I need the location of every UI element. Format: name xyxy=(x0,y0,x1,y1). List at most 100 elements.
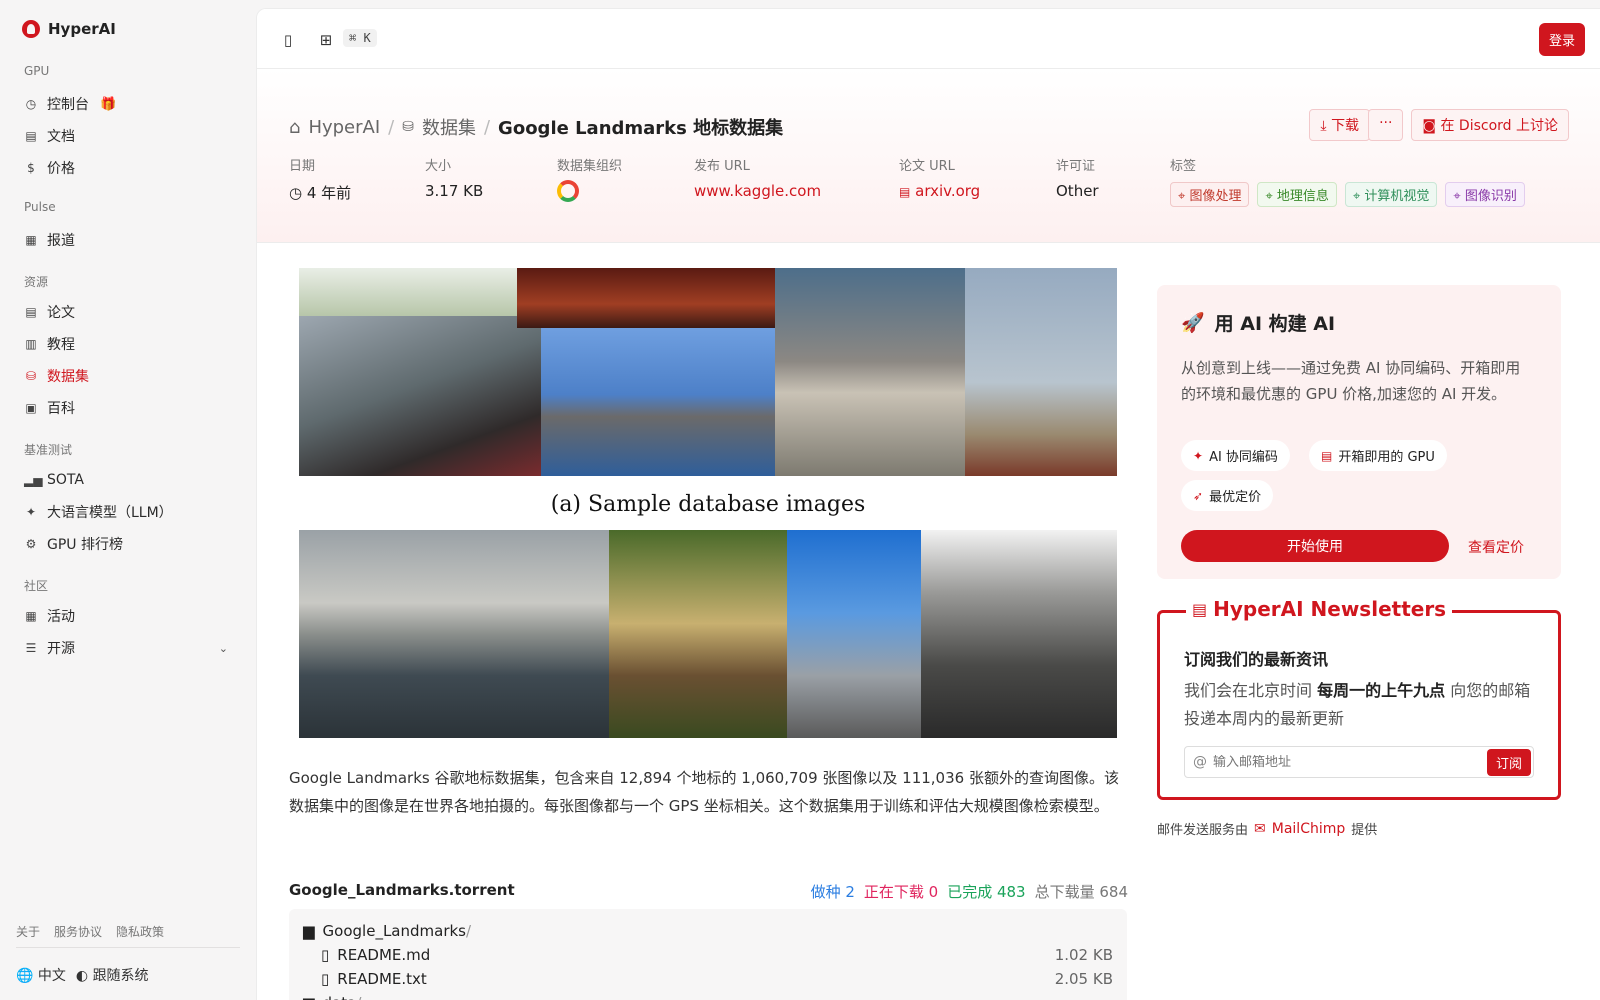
folder-row[interactable]: ▆ data/ xyxy=(303,991,1113,1000)
sidebar-item-papers[interactable]: ▤ 论文 xyxy=(16,298,240,326)
sidebar-item-news[interactable]: ▦ 报道 xyxy=(16,226,240,254)
terms-link[interactable]: 服务协议 xyxy=(54,923,102,940)
database-icon: ⛁ xyxy=(402,119,414,135)
sidebar-item-label: SOTA xyxy=(47,472,84,488)
folder-name: data xyxy=(323,994,357,1000)
photo-tile xyxy=(609,530,787,738)
email-input[interactable] xyxy=(1213,754,1481,770)
meta-license: 许可证 Other xyxy=(1056,155,1099,200)
sidebar-item-label: 报道 xyxy=(47,233,75,249)
login-button[interactable]: 登录 xyxy=(1538,23,1585,56)
nav-section-benchmarks: 基准测试 xyxy=(24,443,73,457)
ai-promo-title: 🚀 用 AI 构建 AI xyxy=(1181,309,1335,336)
folder-row[interactable]: ▆ Google_Landmarks/ xyxy=(303,919,1113,943)
sidebar-item-wiki[interactable]: ▣ 百科 xyxy=(16,394,240,422)
feature-pill-pricing: ➶ 最优定价 xyxy=(1181,480,1274,511)
meta-label: 数据集组织 xyxy=(557,159,623,174)
privacy-link[interactable]: 隐私政策 xyxy=(116,923,164,940)
sidebar-item-pricing[interactable]: $ 价格 xyxy=(16,154,240,182)
photo-tile xyxy=(299,316,541,476)
downloading-count: 正在下载 0 xyxy=(863,883,939,901)
list-icon: ☰ xyxy=(25,641,37,655)
total-downloads: 总下载量 684 xyxy=(1034,883,1128,901)
meta-size: 大小 3.17 KB xyxy=(425,155,483,200)
sidebar-item-llm[interactable]: ✦ 大语言模型（LLM） xyxy=(16,498,240,526)
nav-section-gpu: GPU xyxy=(24,64,50,78)
subscribe-button[interactable]: 订阅 xyxy=(1486,748,1531,776)
tag-badge[interactable]: ⌖ 图像识别 xyxy=(1445,182,1525,207)
apps-grid-icon[interactable]: ⊞ xyxy=(315,29,337,51)
discord-button[interactable]: ◙ 在 Discord 上讨论 xyxy=(1411,109,1569,141)
download-label: 下载 xyxy=(1331,118,1360,134)
file-row[interactable]: ▯ README.md 1.02 KB xyxy=(303,943,1113,967)
tag-badge[interactable]: ⌖ 计算机视觉 xyxy=(1344,182,1438,207)
sidebar-item-docs[interactable]: ▤ 文档 xyxy=(16,122,240,150)
home-icon: ⌂ xyxy=(289,116,301,138)
sidebar-item-label: 价格 xyxy=(47,161,75,177)
clock-icon: ◷ xyxy=(289,184,303,202)
sidebar-item-open-source[interactable]: ☰ 开源 ⌄ xyxy=(16,634,240,662)
sidebar-item-events[interactable]: ▦ 活动 xyxy=(16,602,240,630)
meta-label: 论文 URL xyxy=(899,159,955,174)
download-button[interactable]: ⤓ 下载 xyxy=(1309,109,1371,141)
at-icon: @ xyxy=(1193,754,1207,770)
calendar-icon: ▦ xyxy=(25,609,37,623)
command-shortcut[interactable]: ⌘ K xyxy=(343,29,377,47)
tag-icon: ⌖ xyxy=(1453,189,1465,204)
gift-icon: 🎁 xyxy=(100,96,117,112)
theme-switcher[interactable]: ◐ 跟随系统 xyxy=(76,965,149,985)
mailchimp-link[interactable]: MailChimp xyxy=(1272,821,1346,837)
brand-name: HyperAI xyxy=(48,20,116,38)
meta-label: 发布 URL xyxy=(694,159,750,174)
tag-badge[interactable]: ⌖ 图像处理 xyxy=(1170,182,1250,207)
sidebar-item-console[interactable]: ◷ 控制台 🎁 xyxy=(16,90,240,118)
tag-label: 图像识别 xyxy=(1464,189,1517,204)
feature-pill-ai-coding: ✦ AI 协同编码 xyxy=(1181,440,1290,471)
note-prefix: 邮件发送服务由 xyxy=(1157,823,1249,838)
sidebar-toggle-icon[interactable]: ▯ xyxy=(277,29,299,51)
note-suffix: 提供 xyxy=(1351,823,1378,838)
date-value: 4 年前 xyxy=(306,184,352,202)
google-logo-icon[interactable] xyxy=(557,180,579,202)
folder-suffix: / xyxy=(466,922,472,940)
ai-promo-heading: 用 AI 构建 AI xyxy=(1214,313,1336,335)
mail-service-note: 邮件发送服务由 ✉ MailChimp 提供 xyxy=(1157,819,1378,839)
breadcrumb-section[interactable]: 数据集 xyxy=(422,114,476,140)
newspaper-icon: ▦ xyxy=(25,233,37,247)
tag-icon: ⌖ xyxy=(1265,189,1277,204)
about-link[interactable]: 关于 xyxy=(16,923,40,940)
sidebar-footer-links: 关于 服务协议 隐私政策 xyxy=(16,923,164,940)
sidebar-item-tutorials[interactable]: ▥ 教程 xyxy=(16,330,240,358)
tag-badge[interactable]: ⌖ 地理信息 xyxy=(1257,182,1337,207)
meta-label: 标签 xyxy=(1170,159,1197,174)
file-icon: ▯ xyxy=(321,970,330,988)
sidebar-item-datasets[interactable]: ⛁ 数据集 xyxy=(16,362,240,390)
photo-tile xyxy=(775,268,965,476)
release-url-link[interactable]: www.kaggle.com xyxy=(694,182,821,200)
sidebar-item-label: 活动 xyxy=(47,609,75,625)
paper-url-link[interactable]: ▤ arxiv.org xyxy=(899,182,980,200)
file-size: 1.02 KB xyxy=(1054,946,1113,964)
photo-tile xyxy=(541,328,775,476)
sidebar-item-sota[interactable]: ▂▅ SOTA xyxy=(16,466,240,494)
breadcrumb-root[interactable]: HyperAI xyxy=(308,117,380,138)
tag-label: 地理信息 xyxy=(1276,189,1329,204)
pill-label: AI 协同编码 xyxy=(1209,450,1278,465)
sidebar-item-gpu-leaderboard[interactable]: ⚙ GPU 排行榜 xyxy=(16,530,240,558)
sidebar-item-label: 大语言模型（LLM） xyxy=(47,505,173,521)
language-switcher[interactable]: 🌐 中文 xyxy=(16,965,66,985)
brand-logo[interactable]: HyperAI xyxy=(22,20,116,38)
ai-promo-description: 从创意到上线——通过免费 AI 协同编码、开箱即用的环境和最优惠的 GPU 价格… xyxy=(1181,359,1521,403)
get-started-button[interactable]: 开始使用 xyxy=(1181,530,1449,562)
document-icon: ▤ xyxy=(25,129,37,143)
newsletter-description: 我们会在北京时间 每周一的上午九点 向您的邮箱投递本周内的最新更新 xyxy=(1184,677,1534,733)
document-icon: ▤ xyxy=(899,185,911,199)
more-options-button[interactable]: ··· xyxy=(1368,109,1404,141)
photo-tile xyxy=(299,268,517,316)
view-pricing-link[interactable]: 查看定价 xyxy=(1468,537,1524,557)
file-name: README.md xyxy=(337,946,431,964)
file-row[interactable]: ▯ README.txt 2.05 KB xyxy=(303,967,1113,991)
discord-icon: ◙ xyxy=(1422,118,1437,134)
meta-label: 日期 xyxy=(289,159,316,174)
tag-icon: ⌖ xyxy=(1352,189,1365,204)
